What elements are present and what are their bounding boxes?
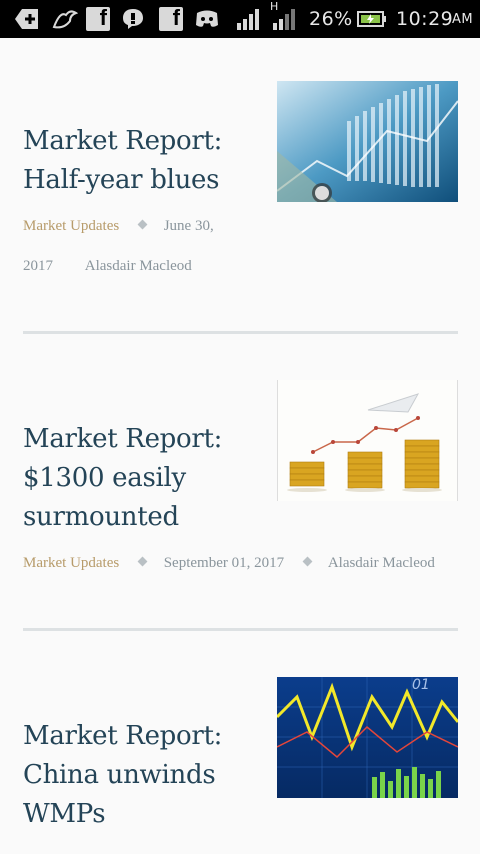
article-title[interactable]: Market Report: $1300 easily surmounted [23, 420, 273, 537]
article-date: September 01, 2017 [163, 555, 285, 571]
article-title-line: China unwinds [23, 760, 216, 790]
article-title-line: Market Report: [23, 721, 223, 751]
add-box-icon [14, 7, 40, 31]
article-title-line: WMPs [23, 799, 106, 829]
facebook-icon: f [86, 5, 110, 31]
article-title[interactable]: Market Report: Half-year blues [23, 122, 273, 200]
article-date-year: 2017 [23, 258, 53, 274]
article-category[interactable]: Market Updates [23, 555, 119, 571]
article-divider [23, 628, 458, 631]
facebook-icon: f [159, 5, 183, 31]
article-category[interactable]: Market Updates [23, 218, 119, 234]
article-card[interactable]: Market Report: Half-year blues Market Up… [0, 38, 480, 335]
article-card[interactable]: Market Report: China unwinds WMPs 01 [0, 632, 480, 854]
status-bar: f f H 26% 10:29 AM [0, 0, 480, 38]
signal-icon [272, 7, 296, 31]
article-title-line: Market Report: [23, 126, 223, 156]
clock-time: 10:29 [396, 8, 454, 30]
clock-ampm: AM [452, 12, 474, 27]
meta-separator [302, 556, 313, 567]
article-meta: Market Updates September 01, 2017 Alasda… [23, 555, 463, 572]
svg-text:01: 01 [412, 677, 430, 693]
discord-icon [194, 7, 220, 31]
article-author[interactable]: Alasdair Macleod [328, 555, 435, 571]
article-date: June 30, [163, 218, 214, 234]
battery-icon [357, 7, 387, 31]
article-title-line: Half-year blues [23, 165, 220, 195]
article-title-line: surmounted [23, 502, 179, 532]
article-thumbnail[interactable]: 01 [277, 677, 458, 798]
article-meta-line2: 2017 Alasdair Macleod [23, 258, 463, 275]
article-divider [23, 331, 458, 334]
meta-separator [137, 219, 148, 230]
article-card[interactable]: Market Report: $1300 easily surmounted M… [0, 335, 480, 632]
battery-percent: 26% [309, 8, 353, 30]
article-title[interactable]: Market Report: China unwinds WMPs [23, 717, 273, 834]
article-title-line: $1300 easily [23, 463, 186, 493]
article-thumbnail[interactable] [277, 380, 458, 501]
signal-icon [236, 7, 260, 31]
article-thumbnail[interactable] [277, 81, 458, 202]
meta-separator [137, 556, 148, 567]
bird-icon [52, 7, 78, 31]
article-meta: Market Updates June 30, [23, 218, 463, 235]
messenger-icon [121, 7, 145, 31]
article-title-line: Market Report: [23, 424, 223, 454]
article-author[interactable]: Alasdair Macleod [85, 258, 192, 274]
